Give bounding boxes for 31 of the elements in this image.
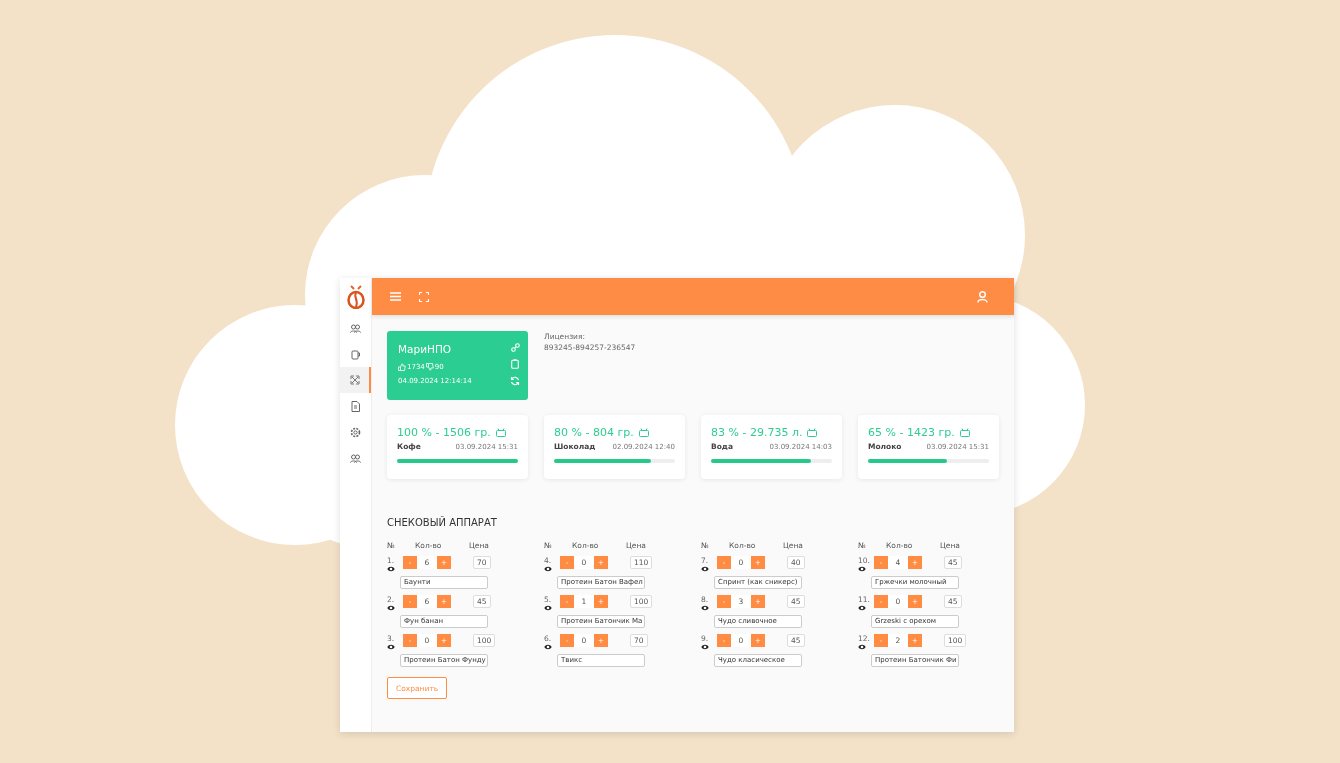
company-name: МариНПО xyxy=(398,343,453,355)
thumbs-down-icon xyxy=(425,363,434,371)
container-icon xyxy=(638,428,649,437)
tank-reading: 65 % - 1423 гр. xyxy=(868,426,955,439)
eye-icon[interactable] xyxy=(544,644,552,650)
document-icon xyxy=(351,400,360,412)
eye-icon[interactable] xyxy=(701,605,709,611)
container-icon xyxy=(959,428,970,437)
clipboard-icon[interactable] xyxy=(511,359,519,369)
users-icon xyxy=(350,323,361,333)
eye-icon[interactable] xyxy=(387,605,395,611)
thumbs-up-icon xyxy=(398,363,406,371)
tank-reading: 100 % - 1506 гр. xyxy=(397,426,491,439)
eye-icon[interactable] xyxy=(387,644,395,650)
container-icon xyxy=(495,428,506,437)
eye-icon[interactable] xyxy=(701,644,709,650)
section-title: СНЕКОВЫЙ АППАРАТ xyxy=(387,517,498,528)
eye-icon[interactable] xyxy=(858,605,866,611)
settings-icon xyxy=(350,426,361,438)
expand-icon xyxy=(349,375,360,385)
eye-icon[interactable] xyxy=(544,605,552,611)
tank-reading: 83 % - 29.735 л. xyxy=(711,426,803,439)
eye-icon[interactable] xyxy=(858,644,866,650)
users-icon xyxy=(350,453,361,463)
eye-icon[interactable] xyxy=(544,566,552,572)
container-icon xyxy=(807,428,818,437)
eye-icon[interactable] xyxy=(701,566,709,572)
tank-reading: 80 % - 804 гр. xyxy=(554,426,634,439)
eye-icon[interactable] xyxy=(387,566,395,572)
eye-icon[interactable] xyxy=(858,566,866,572)
cup-icon xyxy=(350,348,361,360)
